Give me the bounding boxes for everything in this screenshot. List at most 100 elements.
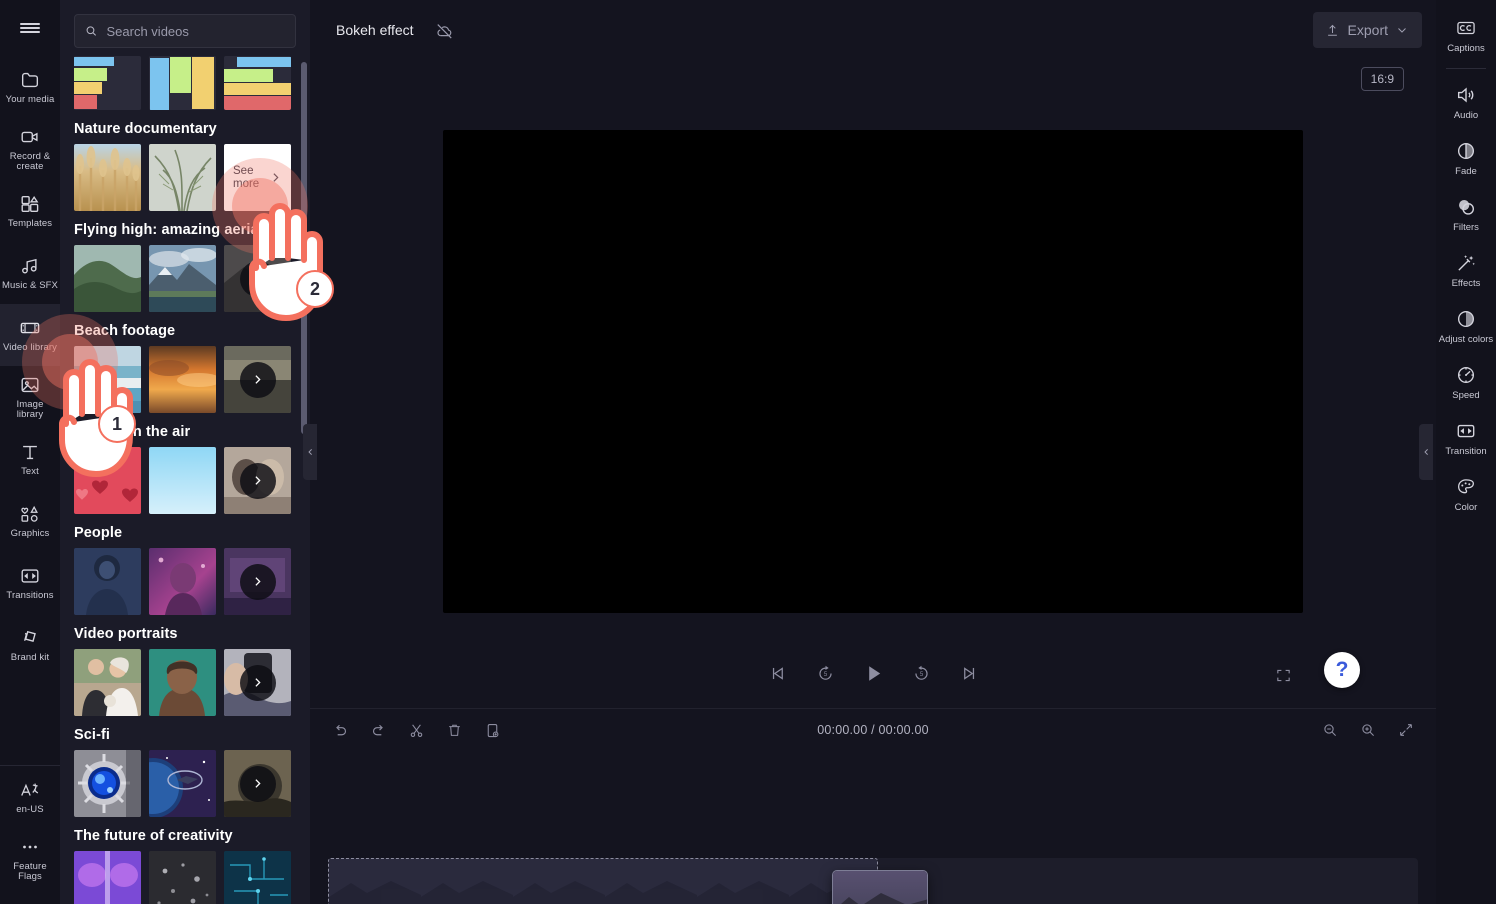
video-thumbnail[interactable] (74, 346, 141, 413)
current-time: 00:00.00 (817, 723, 868, 737)
video-thumbnail[interactable] (224, 649, 291, 716)
sidebar-item-label: Templates (7, 217, 53, 229)
video-preview-canvas[interactable] (443, 130, 1303, 614)
video-thumbnail[interactable] (74, 245, 141, 312)
video-thumbnail[interactable] (149, 447, 216, 514)
filters-icon (1459, 200, 1475, 215)
sidebar-item-templates[interactable]: Templates (0, 180, 60, 242)
forward-5-button[interactable]: 5 (906, 659, 936, 689)
video-thumbnail[interactable] (74, 144, 141, 211)
zoom-in-button[interactable] (1356, 718, 1380, 742)
music-note-icon (22, 258, 37, 274)
tool-color[interactable]: Color (1436, 467, 1496, 523)
video-thumbnail[interactable] (224, 447, 291, 514)
video-thumbnail[interactable] (74, 750, 141, 817)
see-more-overlay[interactable] (224, 447, 291, 514)
fullscreen-button[interactable] (1270, 663, 1296, 689)
video-thumbnail[interactable] (149, 750, 216, 817)
tool-transition[interactable]: Transition (1436, 411, 1496, 467)
sidebar-item-label: Record & create (9, 150, 51, 172)
redo-button[interactable] (366, 718, 390, 742)
sidebar-item-language[interactable]: en-US (0, 766, 60, 828)
timeline-area[interactable]: Drag & drop videos here (310, 751, 1436, 904)
play-button[interactable] (858, 659, 888, 689)
see-more-overlay[interactable] (224, 649, 291, 716)
help-button[interactable]: ? (1324, 651, 1360, 688)
timeline-track[interactable] (328, 857, 1418, 904)
collapse-properties-panel-button[interactable] (1419, 424, 1433, 480)
video-thumbnail[interactable] (224, 851, 291, 904)
magic-wand-icon (1458, 255, 1475, 271)
cloud-off-icon[interactable] (432, 17, 458, 43)
see-more-overlay[interactable] (224, 750, 291, 817)
video-thumbnail[interactable] (74, 447, 141, 514)
video-thumbnail[interactable] (149, 144, 216, 211)
search-input[interactable] (106, 23, 285, 39)
see-more-card[interactable]: See more (224, 144, 291, 211)
see-more-overlay[interactable] (224, 548, 291, 615)
video-thumbnail[interactable] (224, 245, 291, 312)
tool-audio[interactable]: Audio (1436, 75, 1496, 131)
sidebar-item-image-library[interactable]: Image library (0, 366, 60, 428)
video-thumbnail[interactable] (149, 245, 216, 312)
tool-adjust-colors[interactable]: Adjust colors (1436, 299, 1496, 355)
split-button[interactable] (404, 718, 428, 742)
video-thumbnail[interactable] (149, 346, 216, 413)
tool-captions[interactable]: Captions (1436, 8, 1496, 64)
category-title: Love is in the air (74, 424, 191, 440)
delete-button[interactable] (442, 718, 466, 742)
skip-to-end-button[interactable] (954, 659, 984, 689)
video-thumbnail[interactable] (149, 548, 216, 615)
see-more-label: See (233, 164, 254, 177)
sidebar-item-record-create[interactable]: Record & create (0, 118, 60, 180)
sidebar-item-brand-kit[interactable]: Brand kit (0, 614, 60, 676)
video-thumbnail[interactable] (224, 548, 291, 615)
aspect-ratio-badge[interactable]: 16:9 (1360, 67, 1404, 91)
sidebar-item-music-sfx[interactable]: Music & SFX (0, 242, 60, 304)
video-thumbnail[interactable] (224, 346, 291, 413)
video-thumbnail[interactable] (149, 649, 216, 716)
sidebar-item-feature-flags[interactable]: Feature Flags (0, 828, 60, 890)
tool-filters[interactable]: Filters (1436, 187, 1496, 243)
video-thumbnail[interactable] (149, 851, 216, 904)
video-thumbnail[interactable] (74, 649, 141, 716)
skip-to-start-button[interactable] (762, 659, 792, 689)
undo-button[interactable] (328, 718, 352, 742)
folder-icon (21, 72, 39, 87)
video-thumbnail[interactable] (74, 851, 141, 904)
tool-speed[interactable]: Speed (1436, 355, 1496, 411)
rewind-5-button[interactable]: 5 (810, 659, 840, 689)
category-sci-fi: Sci-fi (74, 727, 296, 817)
search-box[interactable] (74, 14, 296, 48)
collapse-library-panel-button[interactable] (303, 424, 317, 480)
dragged-clip[interactable] (832, 869, 928, 904)
library-scrollbar[interactable] (301, 62, 307, 434)
tool-effects[interactable]: Effects (1436, 243, 1496, 299)
zoom-out-button[interactable] (1318, 718, 1342, 742)
export-button[interactable]: Export (1312, 12, 1422, 48)
sidebar-item-your-media[interactable]: Your media (0, 56, 60, 118)
tool-fade[interactable]: Fade (1436, 131, 1496, 187)
text-icon (23, 445, 37, 459)
main-area: Bokeh effect Export 16:9 5 5 ? 00:00.00 … (310, 0, 1436, 904)
library-scroll-area[interactable]: Nature documentary See more Flying high:… (60, 56, 310, 904)
sidebar-item-text[interactable]: Text (0, 428, 60, 490)
duplicate-button[interactable] (480, 718, 504, 742)
sidebar-item-graphics[interactable]: Graphics (0, 490, 60, 552)
tool-label: Speed (1452, 390, 1480, 402)
see-more-overlay[interactable] (224, 346, 291, 413)
fit-timeline-button[interactable] (1394, 718, 1418, 742)
video-thumbnail[interactable] (74, 56, 141, 110)
see-more-overlay[interactable] (224, 245, 291, 312)
sidebar-item-transitions[interactable]: Transitions (0, 552, 60, 614)
video-thumbnail[interactable] (224, 750, 291, 817)
video-thumbnail[interactable] (149, 56, 216, 110)
closed-captions-icon (1457, 22, 1475, 35)
sidebar-item-video-library[interactable]: Video library (0, 304, 60, 366)
project-title[interactable]: Bokeh effect (328, 16, 422, 44)
drop-placeholder (328, 857, 878, 904)
video-thumbnail[interactable] (74, 548, 141, 615)
undo-icon (335, 724, 346, 735)
video-thumbnail[interactable] (224, 56, 291, 110)
hamburger-menu-icon[interactable] (0, 0, 60, 56)
